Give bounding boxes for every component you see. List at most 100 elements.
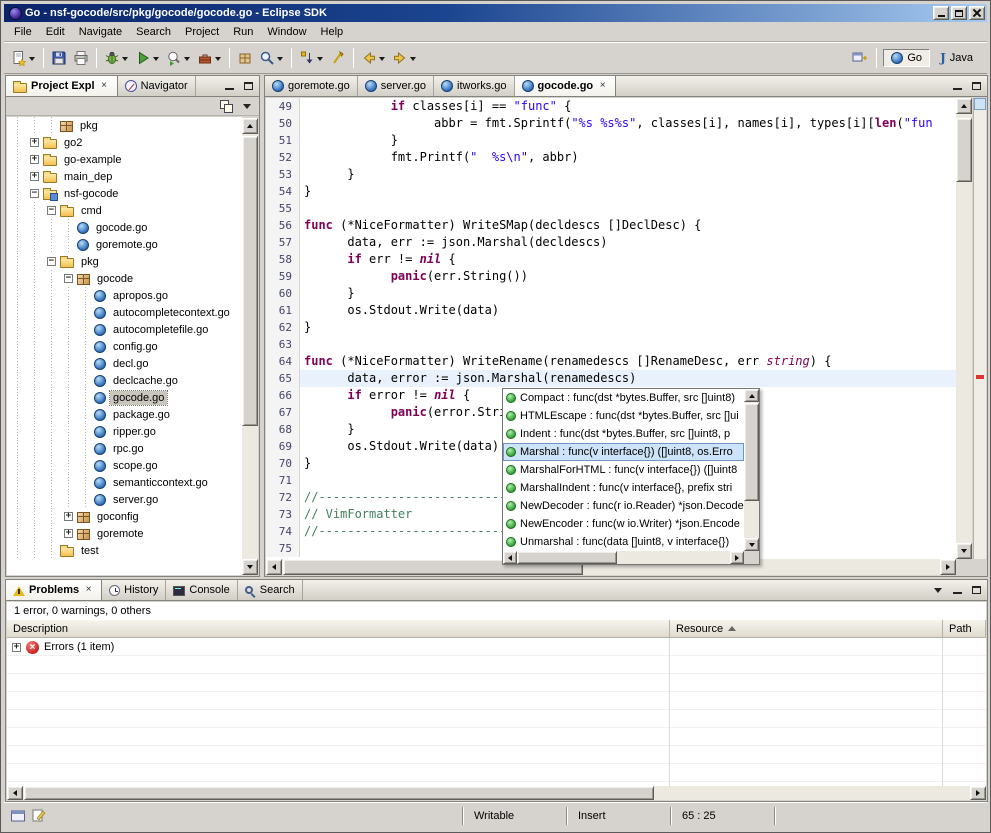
completion-item[interactable]: Unmarshal : func(data []uint8, v interfa… [503, 533, 744, 551]
minimize-button[interactable] [933, 6, 949, 20]
code-line[interactable]: 59 panic(err.String()) [266, 268, 956, 285]
editor-tab-server-go[interactable]: server.go [358, 76, 434, 96]
completion-item[interactable]: NewEncoder : func(w io.Writer) *json.Enc… [503, 515, 744, 533]
tree-item[interactable]: go-example [7, 151, 242, 168]
scroll-down-button[interactable] [242, 559, 258, 575]
scroll-left-button[interactable] [503, 551, 517, 564]
chevron-down-icon[interactable] [122, 57, 128, 64]
scroll-down-button[interactable] [956, 543, 972, 559]
minimize-view-button[interactable] [949, 79, 965, 94]
expand-expander-icon[interactable] [26, 151, 43, 168]
scroll-thumb[interactable] [24, 786, 654, 800]
back-button[interactable] [358, 46, 389, 70]
completion-item[interactable]: MarshalForHTML : func(v interface{}) ([]… [503, 461, 744, 479]
run-last-tool-button[interactable] [163, 46, 194, 70]
completion-item[interactable]: MarshalIndent : func(v interface{}, pref… [503, 479, 744, 497]
completion-item[interactable]: Indent : func(dst *bytes.Buffer, src []u… [503, 425, 744, 443]
chevron-down-icon[interactable] [317, 57, 323, 64]
menu-window[interactable]: Window [260, 23, 313, 41]
tree-item[interactable]: go2 [7, 134, 242, 151]
maximize-view-button[interactable] [240, 79, 256, 94]
scroll-thumb[interactable] [517, 551, 617, 564]
tree-item[interactable]: main_dep [7, 168, 242, 185]
chevron-down-icon[interactable] [410, 57, 416, 64]
chevron-down-icon[interactable] [379, 57, 385, 64]
menu-navigate[interactable]: Navigate [72, 23, 129, 41]
maximize-view-button[interactable] [968, 79, 984, 94]
view-menu-button[interactable] [930, 583, 946, 598]
minimize-view-button[interactable] [221, 79, 237, 94]
code-line[interactable]: 61 os.Stdout.Write(data) [266, 302, 956, 319]
next-annotation-button[interactable] [296, 46, 327, 70]
chevron-down-icon[interactable] [29, 57, 35, 64]
tree-item[interactable]: decl.go [7, 355, 242, 372]
editor-vertical-scrollbar[interactable] [956, 98, 972, 559]
completion-item[interactable]: Marshal : func(v interface{}) ([]uint8, … [503, 443, 744, 461]
tree-item[interactable]: autocompletecontext.go [7, 304, 242, 321]
view-tab-problems[interactable]: Problems [6, 580, 102, 600]
code-line[interactable]: 65 data, error := json.Marshal(renamedes… [266, 370, 956, 387]
collapse-expander-icon[interactable] [43, 202, 60, 219]
run-button[interactable] [132, 46, 163, 70]
maximize-view-button[interactable] [968, 583, 984, 598]
code-line[interactable]: 50 abbr = fmt.Sprintf("%s %s%s", classes… [266, 115, 956, 132]
go-perspective-button[interactable]: Go [883, 49, 930, 67]
explorer-vertical-scrollbar[interactable] [242, 118, 258, 575]
scroll-thumb[interactable] [956, 118, 972, 182]
maximize-button[interactable] [951, 6, 967, 20]
menu-help[interactable]: Help [314, 23, 351, 41]
scroll-up-button[interactable] [744, 389, 759, 402]
editor-tab-goremote-go[interactable]: goremote.go [265, 76, 358, 96]
view-tab-project-expl[interactable]: Project Expl [6, 76, 118, 96]
fast-view-button[interactable] [9, 807, 27, 825]
overview-ruler[interactable] [973, 98, 986, 559]
tree-item[interactable]: package.go [7, 406, 242, 423]
column-header-description[interactable]: Description [7, 620, 670, 637]
popup-horizontal-scrollbar[interactable] [503, 551, 744, 564]
scroll-right-button[interactable] [970, 786, 986, 800]
tree-item[interactable]: gocode.go [7, 219, 242, 236]
java-perspective-button[interactable]: Java [932, 48, 981, 68]
menu-project[interactable]: Project [178, 23, 226, 41]
tree-item[interactable]: test [7, 542, 242, 559]
tree-item[interactable]: gocode.go [7, 389, 242, 406]
problems-horizontal-scrollbar[interactable] [7, 786, 986, 800]
save-button[interactable] [48, 46, 70, 70]
close-button[interactable] [969, 6, 985, 20]
popup-vertical-scrollbar[interactable] [744, 389, 759, 551]
table-row[interactable]: Errors (1 item) [7, 638, 986, 656]
tree-item[interactable]: pkg [7, 117, 242, 134]
view-tab-navigator[interactable]: Navigator [118, 76, 196, 96]
completion-item[interactable]: NewDecoder : func(r io.Reader) *json.Dec… [503, 497, 744, 515]
search-button[interactable] [256, 46, 287, 70]
collapse-expander-icon[interactable] [43, 253, 60, 270]
column-header-resource[interactable]: Resource [670, 620, 943, 637]
open-perspective-button[interactable] [848, 46, 870, 70]
expand-expander-icon[interactable] [60, 525, 77, 542]
tree-item[interactable]: gocode [7, 270, 242, 287]
code-line[interactable]: 57 data, err := json.Marshal(decldescs) [266, 234, 956, 251]
tree-item[interactable]: cmd [7, 202, 242, 219]
tree-item[interactable]: nsf-gocode [7, 185, 242, 202]
code-line[interactable]: 52 fmt.Printf(" %s\n", abbr) [266, 149, 956, 166]
tree-item[interactable]: server.go [7, 491, 242, 508]
tree-item[interactable]: semanticcontext.go [7, 474, 242, 491]
last-edit-location-button[interactable] [327, 46, 349, 70]
view-tab-history[interactable]: History [102, 580, 166, 600]
tree-item[interactable]: scope.go [7, 457, 242, 474]
tree-item[interactable]: ripper.go [7, 423, 242, 440]
editor-tab-itworks-go[interactable]: itworks.go [434, 76, 515, 96]
code-line[interactable]: 60 } [266, 285, 956, 302]
code-line[interactable]: 54} [266, 183, 956, 200]
completion-item[interactable]: Compact : func(dst *bytes.Buffer, src []… [503, 389, 744, 407]
scroll-up-button[interactable] [242, 118, 258, 134]
chevron-down-icon[interactable] [277, 57, 283, 64]
debug-button[interactable] [101, 46, 132, 70]
scroll-thumb[interactable] [242, 136, 258, 426]
chevron-down-icon[interactable] [153, 57, 159, 64]
expand-expander-icon[interactable] [26, 134, 43, 151]
edit-mode-button[interactable] [30, 807, 48, 825]
print-button[interactable] [70, 46, 92, 70]
forward-button[interactable] [389, 46, 420, 70]
expand-expander-icon[interactable] [26, 168, 43, 185]
